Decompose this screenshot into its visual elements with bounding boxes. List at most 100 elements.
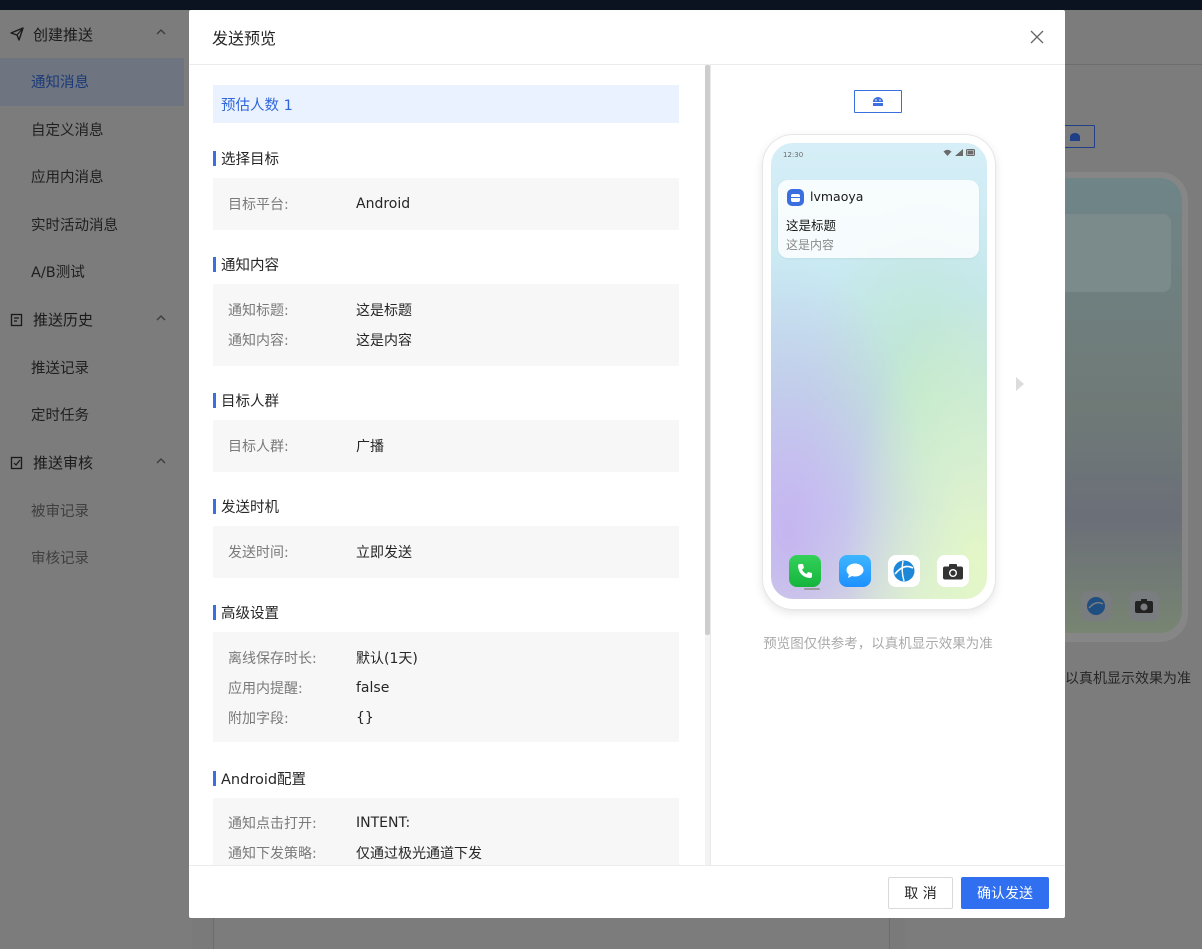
send-preview-modal: 发送预览 预估人数 1 选择目标 目标平台: Android 通知内容 通知标题:… <box>189 10 1065 918</box>
section-title-advanced: 高级设置 <box>213 603 279 622</box>
top-navbar <box>0 0 1202 10</box>
kv-label: 附加字段: <box>228 711 289 727</box>
section-title-text: 通知内容 <box>221 257 279 274</box>
section-title-text: 高级设置 <box>221 605 279 622</box>
kv-row: 通知下发策略: 仅通过极光通道下发 <box>228 843 482 863</box>
sidebar-group-label: 创建推送 <box>33 25 94 44</box>
section-bar <box>213 150 216 166</box>
sidebar-item-label: 推送记录 <box>31 360 89 377</box>
kv-row: 离线保存时长: 默认(1天) <box>228 648 418 668</box>
sidebar-group-history[interactable]: 推送历史 <box>0 296 192 344</box>
modal-body: 预估人数 1 选择目标 目标平台: Android 通知内容 通知标题: 这是标题 … <box>189 65 1065 865</box>
send-icon <box>9 26 25 42</box>
sidebar-item-ab-test[interactable]: A/B测试 <box>0 248 192 296</box>
sidebar-item-inapp[interactable]: 应用内消息 <box>0 153 192 201</box>
kv-value: 广播 <box>356 439 384 455</box>
kv-value: 这是内容 <box>356 333 412 349</box>
sidebar-group-label: 推送历史 <box>33 311 94 329</box>
sidebar-item-label: 通知消息 <box>31 75 89 92</box>
sidebar: 创建推送 通知消息 自定义消息 应用内消息 实时活动消息 A/B测试 推送历史 … <box>0 10 192 949</box>
status-time: 12:30 <box>783 151 804 159</box>
section-title-audience: 目标人群 <box>213 391 279 410</box>
kv-value: 这是标题 <box>356 303 412 319</box>
status-icons <box>943 149 976 158</box>
section-bar <box>213 392 216 408</box>
app-icon <box>787 189 804 206</box>
sidebar-item-reviewed[interactable]: 被审记录 <box>0 487 192 535</box>
sidebar-item-label: 应用内消息 <box>31 170 104 187</box>
close-icon[interactable] <box>1029 29 1045 45</box>
sidebar-item-label: A/B测试 <box>31 265 85 282</box>
kv-value: 仅通过极光通道下发 <box>356 846 482 862</box>
wifi-icon <box>943 149 952 156</box>
kv-label: 通知内容: <box>228 333 289 349</box>
sidebar-item-review-records[interactable]: 审核记录 <box>0 534 192 582</box>
browser-icon <box>888 555 920 587</box>
preview-disclaimer: 预览图仅供参考，以真机显示效果为准 <box>763 636 993 652</box>
phone-screen: 12:30 lvmaoya 这是标题 这是内容 <box>771 143 987 599</box>
sidebar-group-label: 推送审核 <box>33 454 94 472</box>
android-platform-button[interactable] <box>854 90 902 113</box>
browser-icon <box>1081 591 1111 621</box>
sidebar-item-notification[interactable]: 通知消息 <box>0 58 184 106</box>
kv-value: {} <box>356 710 374 726</box>
notification-app-name: lvmaoya <box>810 189 864 204</box>
kv-row: 通知标题: 这是标题 <box>228 300 412 320</box>
home-indicator <box>804 588 820 590</box>
section-bar <box>213 770 216 786</box>
history-icon <box>9 312 25 328</box>
phone-dock <box>789 555 971 587</box>
sidebar-item-label: 定时任务 <box>31 408 89 425</box>
kv-label: 目标平台: <box>228 197 289 213</box>
android-icon <box>873 97 883 106</box>
section-box-content: 通知标题: 这是标题 通知内容: 这是内容 <box>213 284 679 366</box>
preview-pane: 12:30 lvmaoya 这是标题 这是内容 预览图仅供参考，以真机显示效果为… <box>711 65 1065 865</box>
section-title-target: 选择目标 <box>213 149 279 168</box>
message-icon <box>839 555 871 587</box>
camera-icon <box>937 555 969 587</box>
chevron-right-icon[interactable] <box>1013 376 1027 392</box>
background-header <box>1065 10 1202 65</box>
sidebar-item-push-records[interactable]: 推送记录 <box>0 344 192 392</box>
kv-value: Android <box>356 196 411 212</box>
chevron-up-icon <box>156 314 166 320</box>
kv-label: 发送时间: <box>228 545 289 561</box>
kv-value: 立即发送 <box>356 545 412 561</box>
confirm-send-button[interactable]: 确认发送 <box>961 877 1049 909</box>
section-title-text: 目标人群 <box>221 393 279 410</box>
section-title-content: 通知内容 <box>213 255 279 274</box>
sidebar-item-label: 自定义消息 <box>31 122 104 139</box>
kv-value: INTENT: <box>356 815 411 831</box>
modal-title: 发送预览 <box>212 29 277 48</box>
review-icon <box>9 455 25 471</box>
kv-value: 默认(1天) <box>356 651 418 667</box>
section-bar <box>213 256 216 272</box>
section-bar <box>213 498 216 514</box>
background-preview-note: 以真机显示效果为准 <box>1065 671 1191 687</box>
section-box-timing: 发送时间: 立即发送 <box>213 526 679 578</box>
sidebar-group-create[interactable]: 创建推送 <box>0 10 192 58</box>
section-box-target: 目标平台: Android <box>213 178 679 230</box>
kv-label: 目标人群: <box>228 439 289 455</box>
chevron-up-icon <box>156 457 166 463</box>
kv-row: 应用内提醒: false <box>228 678 389 698</box>
sidebar-item-live-activity[interactable]: 实时活动消息 <box>0 201 192 249</box>
modal-header: 发送预览 <box>189 10 1065 65</box>
section-title-text: Android配置 <box>221 771 307 788</box>
modal-footer: 取 消 确认发送 <box>189 865 1065 918</box>
kv-label: 通知标题: <box>228 303 289 319</box>
sidebar-group-review[interactable]: 推送审核 <box>0 439 192 487</box>
cancel-button[interactable]: 取 消 <box>888 877 953 909</box>
kv-label: 离线保存时长: <box>228 651 317 667</box>
kv-row: 通知内容: 这是内容 <box>228 330 412 350</box>
chevron-up-icon <box>156 29 166 35</box>
battery-icon <box>966 149 975 156</box>
section-box-audience: 目标人群: 广播 <box>213 420 679 472</box>
background-content-card <box>213 918 890 949</box>
signal-icon <box>954 149 963 156</box>
section-bar <box>213 604 216 620</box>
sidebar-item-scheduled[interactable]: 定时任务 <box>0 391 192 439</box>
phone-frame: 12:30 lvmaoya 这是标题 这是内容 <box>763 135 995 609</box>
sidebar-item-custom[interactable]: 自定义消息 <box>0 106 192 154</box>
summary-pane[interactable]: 预估人数 1 选择目标 目标平台: Android 通知内容 通知标题: 这是标题 … <box>189 65 705 865</box>
